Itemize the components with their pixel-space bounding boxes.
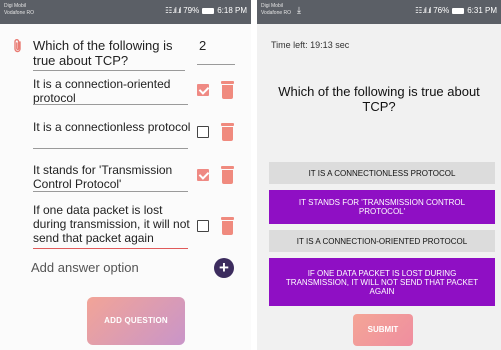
delete-option-icon[interactable] [221, 123, 234, 141]
download-icon: ⤓ [297, 5, 301, 15]
carrier-name-2: Vodafone RO [4, 10, 35, 16]
correct-checkbox[interactable] [197, 169, 209, 181]
status-bar: Digi Mobil Vodafone RO ☷ .ıl .ıl 79% 6:1… [0, 0, 251, 24]
signal-icon: ☷ .ıl .ıl [415, 6, 431, 15]
delete-option-icon[interactable] [221, 81, 234, 99]
quiz-screen: Digi Mobil Vodafone RO ⤓ ☷ .ıl .ıl 76% 6… [257, 0, 501, 350]
question-input-underline [33, 70, 185, 71]
answer-option-input[interactable]: It stands for 'Transmission Control Prot… [33, 163, 191, 191]
option-underline [33, 148, 188, 149]
add-answer-option-label[interactable]: Add answer option [31, 260, 139, 275]
option-underline-active [33, 248, 188, 249]
carrier-name-2: Vodafone RO [261, 10, 292, 16]
question-input[interactable]: Which of the following is true about TCP… [33, 38, 183, 68]
question-editor-screen: Digi Mobil Vodafone RO ☷ .ıl .ıl 79% 6:1… [0, 0, 251, 350]
carrier-info: Digi Mobil Vodafone RO [261, 3, 291, 17]
battery-percent: 79% [183, 6, 200, 15]
answer-option-input[interactable]: It is a connection-oriented protocol [33, 77, 191, 105]
battery-icon [202, 7, 215, 14]
carrier-name-1: Digi Mobil [4, 3, 26, 9]
clock: 6:31 PM [467, 6, 497, 15]
carrier-info: Digi Mobil Vodafone RO [4, 3, 34, 17]
answer-button[interactable]: IT IS A CONNECTIONLESS PROTOCOL [269, 162, 495, 184]
clock: 6:18 PM [217, 6, 247, 15]
points-input[interactable]: 2 [199, 38, 206, 53]
answer-option-input[interactable]: If one data packet is lost during transm… [33, 203, 191, 245]
submit-button[interactable]: SUBMIT [353, 314, 413, 346]
correct-checkbox[interactable] [197, 126, 209, 138]
status-indicators: ☷ .ıl .ıl 79% 6:18 PM [165, 6, 247, 15]
correct-checkbox[interactable] [197, 220, 209, 232]
delete-option-icon[interactable] [221, 217, 234, 235]
paperclip-icon[interactable] [12, 38, 24, 54]
option-underline [33, 191, 188, 192]
question-title: Which of the following is true about TCP… [278, 84, 480, 114]
answer-button-selected[interactable]: IF ONE DATA PACKET IS LOST DURING TRANSM… [269, 258, 495, 306]
correct-checkbox[interactable] [197, 84, 209, 96]
carrier-name-1: Digi Mobil [261, 3, 283, 9]
answer-button-selected[interactable]: IT STANDS FOR 'TRANSMISSION CONTROL PROT… [269, 190, 495, 224]
add-option-icon[interactable]: + [214, 258, 234, 278]
option-underline [33, 104, 188, 105]
signal-icon: ☷ .ıl .ıl [165, 6, 181, 15]
add-question-button[interactable]: ADD QUESTION [87, 297, 185, 345]
status-indicators: ☷ .ıl .ıl 76% 6:31 PM [415, 6, 497, 15]
time-left-label: Time left: 19:13 sec [271, 40, 350, 50]
battery-percent: 76% [433, 6, 450, 15]
delete-option-icon[interactable] [221, 166, 234, 184]
answer-button[interactable]: IT IS A CONNECTION-ORIENTED PROTOCOL [269, 230, 495, 252]
battery-icon [452, 7, 465, 14]
points-input-underline [197, 64, 235, 65]
answer-option-input[interactable]: It is a connectionless protocol [33, 120, 191, 134]
status-bar: Digi Mobil Vodafone RO ⤓ ☷ .ıl .ıl 76% 6… [257, 0, 501, 24]
